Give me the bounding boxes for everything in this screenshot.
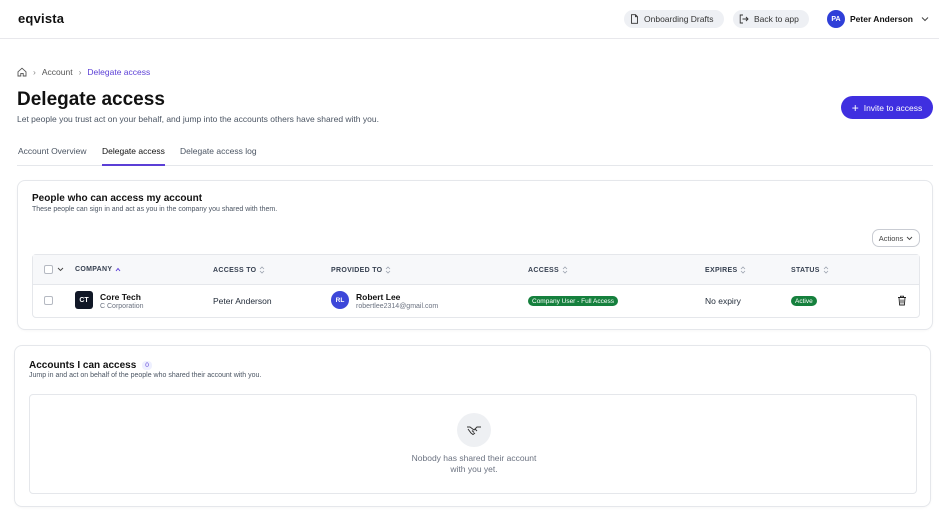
access-level-badge: Company User - Full Access [528, 296, 618, 306]
company-type: C Corporation [100, 303, 144, 310]
column-access-to-label: ACCESS TO [213, 266, 257, 274]
user-menu[interactable]: PA Peter Anderson [827, 9, 929, 29]
provided-to-email: robertlee2314@gmail.com [356, 303, 439, 310]
section-title-text: Accounts I can access [29, 360, 137, 371]
chevron-down-icon [921, 17, 929, 22]
empty-state: Nobody has shared their account with you… [29, 394, 917, 494]
column-access-to[interactable]: ACCESS TO [213, 266, 265, 274]
column-expires[interactable]: EXPIRES [705, 266, 746, 274]
company-name: Core Tech [100, 292, 141, 302]
empty-state-message: Nobody has shared their account with you… [374, 453, 574, 475]
column-company-label: COMPANY [75, 266, 113, 273]
column-status-label: STATUS [791, 266, 820, 274]
section-title: People who can access my account [32, 193, 203, 204]
sort-asc-icon [115, 267, 121, 272]
invite-label: Invite to access [863, 102, 923, 113]
column-status[interactable]: STATUS [791, 266, 829, 274]
table-row[interactable]: CT Core Tech C Corporation Peter Anderso… [33, 285, 919, 317]
actions-dropdown[interactable]: Actions [872, 229, 920, 247]
app-logo[interactable]: eqvista [18, 11, 64, 26]
section-title: Accounts I can access 0 [29, 360, 152, 371]
onboarding-drafts-button[interactable]: Onboarding Drafts [624, 10, 724, 28]
table-header: COMPANY ACCESS TO PROVIDED TO ACCESS EXP… [33, 255, 919, 285]
tab-delegate-access[interactable]: Delegate access [102, 146, 165, 166]
column-access[interactable]: ACCESS [528, 266, 568, 274]
sort-icon [386, 266, 391, 274]
sort-icon [562, 266, 568, 274]
tab-account-overview[interactable]: Account Overview [18, 146, 87, 164]
page-subtitle: Let people you trust act on your behalf,… [17, 114, 379, 124]
access-to-value: Peter Anderson [213, 296, 272, 306]
chevron-down-icon[interactable] [57, 267, 64, 272]
column-provided-to[interactable]: PROVIDED TO [331, 266, 391, 274]
company-logo: CT [75, 291, 93, 309]
column-provided-to-label: PROVIDED TO [331, 266, 383, 274]
access-table: COMPANY ACCESS TO PROVIDED TO ACCESS EXP… [32, 254, 920, 318]
top-bar: eqvista Onboarding Drafts Back to app PA… [0, 0, 939, 39]
sort-icon [260, 266, 265, 274]
status-badge: Active [791, 296, 817, 306]
provided-to-name: Robert Lee [356, 292, 401, 302]
column-access-label: ACCESS [528, 266, 559, 274]
breadcrumb-current: Delegate access [87, 67, 151, 77]
select-all-checkbox[interactable] [44, 265, 53, 274]
handshake-icon [457, 413, 491, 447]
avatar: RL [331, 291, 349, 309]
column-expires-label: EXPIRES [705, 266, 738, 274]
column-company[interactable]: COMPANY [75, 266, 121, 273]
sort-icon [823, 266, 829, 274]
expires-value: No expiry [705, 296, 741, 306]
breadcrumb-account[interactable]: Account [42, 67, 73, 77]
my-account-access-card: People who can access my account These p… [17, 180, 933, 330]
empty-state-line-2: with you yet. [450, 464, 498, 474]
row-checkbox[interactable] [44, 296, 53, 305]
back-to-app-label: Back to app [754, 14, 799, 24]
onboarding-drafts-label: Onboarding Drafts [644, 14, 714, 24]
section-subtitle: Jump in and act on behalf of the people … [29, 372, 262, 379]
tab-bar: Account Overview Delegate access Delegat… [17, 141, 933, 166]
empty-state-line-1: Nobody has shared their account [411, 453, 537, 463]
exit-icon [739, 14, 749, 24]
document-icon [631, 14, 638, 24]
home-icon[interactable] [17, 67, 27, 77]
chevron-down-icon [906, 236, 913, 240]
user-name: Peter Anderson [850, 14, 913, 24]
chevron-right-icon: › [33, 67, 36, 77]
sort-icon [741, 266, 746, 274]
trash-icon[interactable] [897, 295, 907, 306]
avatar: PA [827, 10, 845, 28]
actions-label: Actions [878, 233, 904, 243]
back-to-app-button[interactable]: Back to app [733, 10, 809, 28]
invite-to-access-button[interactable]: + Invite to access [841, 96, 933, 119]
page-title: Delegate access [17, 89, 165, 110]
chevron-right-icon: › [78, 67, 82, 77]
breadcrumb: › Account › Delegate access [17, 67, 150, 77]
section-subtitle: These people can sign in and act as you … [32, 206, 278, 213]
accounts-i-can-access-card: Accounts I can access 0 Jump in and act … [14, 345, 931, 507]
count-badge: 0 [142, 361, 152, 370]
tab-delegate-access-log[interactable]: Delegate access log [180, 146, 257, 164]
plus-icon: + [851, 100, 859, 115]
